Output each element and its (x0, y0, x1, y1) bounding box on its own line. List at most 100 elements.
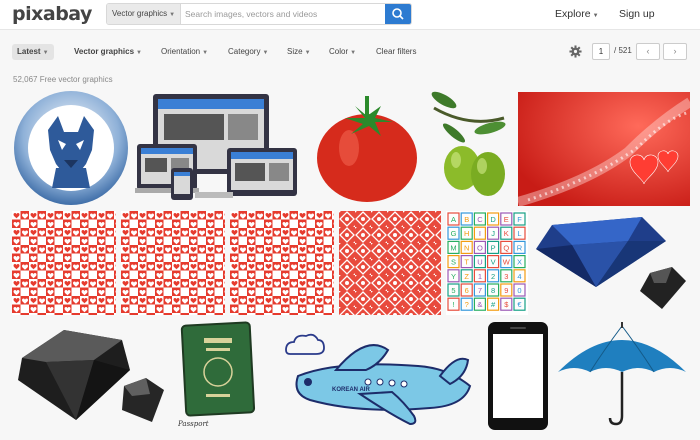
alphabet-block: N (460, 240, 473, 254)
airplane-livery-text: KOREAN AIR (332, 387, 370, 393)
svg-text:P: P (491, 243, 496, 252)
svg-text:X: X (517, 258, 522, 267)
svg-text:R: R (517, 243, 523, 252)
alphabet-block: P (486, 240, 500, 254)
svg-text:E: E (504, 215, 509, 224)
svg-text:Y: Y (451, 272, 456, 281)
alphabet-block: E (500, 212, 513, 226)
alphabet-block: & (473, 297, 486, 311)
alphabet-block: Q (500, 240, 513, 254)
alphabet-block: Z (460, 269, 473, 283)
alphabet-block: C (473, 212, 486, 226)
results-count: 52,067 Free vector graphics (13, 75, 113, 84)
explore-menu[interactable]: Explore ▼ (555, 8, 599, 20)
category-filter-dropdown[interactable]: Category ▼ (228, 44, 268, 60)
alphabet-block: L (513, 226, 526, 240)
alphabet-block: O (473, 240, 486, 254)
chevron-down-icon: ▼ (304, 50, 311, 56)
alphabet-block: Y (447, 269, 460, 283)
devices-graphic (135, 94, 297, 200)
umbrella-graphic (558, 322, 686, 426)
svg-text:0: 0 (517, 286, 521, 295)
svg-text:!: ! (452, 300, 454, 309)
tomato-graphic (317, 96, 417, 202)
heart-pattern-1-image[interactable] (12, 211, 116, 315)
page-number-input[interactable]: 1 (592, 43, 610, 60)
svg-text:D: D (490, 215, 496, 224)
black-diamonds-image[interactable] (12, 320, 174, 434)
next-page-button[interactable]: › (663, 43, 687, 60)
responsive-devices-image[interactable] (135, 88, 310, 206)
alphabet-block: F (513, 212, 526, 226)
size-filter-dropdown[interactable]: Size ▼ (287, 44, 311, 60)
svg-text:3: 3 (504, 272, 508, 281)
alphabet-block: 6 (460, 283, 473, 297)
alphabet-block: T (460, 254, 473, 269)
svg-text:U: U (477, 258, 482, 267)
alphabet-block: X (513, 254, 526, 269)
alphabet-block: U (473, 254, 486, 269)
explore-label: Explore (555, 8, 591, 20)
svg-text:4: 4 (517, 272, 521, 281)
alphabet-block: R (513, 240, 526, 254)
alphabet-block: 1 (473, 269, 486, 283)
svg-text:7: 7 (478, 286, 482, 295)
chevron-down-icon: ▼ (262, 50, 269, 56)
passport-caption: Passport (178, 420, 209, 428)
svg-text:L: L (517, 229, 521, 238)
heart-pattern-2-graphic (121, 211, 225, 315)
search-input[interactable] (185, 4, 385, 24)
chevron-down-icon: ▼ (169, 12, 176, 18)
orientation-filter-dropdown[interactable]: Orientation ▼ (161, 44, 208, 60)
heart-pattern-3-image[interactable] (230, 211, 334, 315)
svg-text:G: G (451, 229, 457, 238)
type-filter-label: Vector graphics (74, 47, 135, 56)
blue-diamond-image[interactable] (532, 211, 690, 315)
search-icon (392, 8, 404, 20)
sign-up-link[interactable]: Sign up (619, 8, 655, 20)
red-hearts-sparkle-image[interactable] (518, 92, 690, 206)
search-type-dropdown[interactable]: Vector graphics ▼ (107, 4, 181, 24)
clear-filters-link[interactable]: Clear filters (376, 44, 416, 60)
alphabet-block: ! (447, 297, 460, 311)
svg-text:T: T (464, 258, 469, 267)
airplane-image[interactable]: KOREAN AIR (280, 320, 482, 434)
svg-text:V: V (491, 258, 496, 267)
alphabet-block: K (500, 226, 513, 240)
svg-text:S: S (451, 258, 456, 267)
svg-text:F: F (517, 215, 522, 224)
heart-pattern-2-image[interactable] (121, 211, 225, 315)
passport-image[interactable]: Passport (178, 320, 258, 434)
olives-graphic (431, 91, 506, 196)
tomato-image[interactable] (315, 88, 420, 206)
sort-latest-dropdown[interactable]: Latest ▼ (12, 44, 54, 60)
type-filter-dropdown[interactable]: Vector graphics ▼ (74, 44, 142, 60)
olives-image[interactable] (424, 88, 514, 206)
geometric-pattern-graphic (339, 211, 441, 315)
alphabet-block: B (460, 212, 473, 226)
red-geometric-pattern-image[interactable] (339, 211, 441, 315)
umbrella-image[interactable] (554, 320, 690, 434)
prev-page-button[interactable]: ‹ (636, 43, 660, 60)
gear-icon[interactable] (569, 45, 582, 58)
search-button[interactable] (385, 4, 411, 24)
svg-text:K: K (504, 229, 509, 238)
smartphone-image[interactable] (486, 320, 550, 434)
chevron-down-icon: ▼ (42, 50, 49, 56)
color-filter-dropdown[interactable]: Color ▼ (329, 44, 356, 60)
svg-text:H: H (464, 229, 469, 238)
alphabet-block: # (486, 297, 500, 311)
alphabet-blocks-image[interactable]: A B C D E F G H I J K L M N O P Q R S T U V W X Y Z 1 2 3 4 5 6 7 8 9 0!? & #… (446, 211, 528, 315)
orientation-filter-label: Orientation (161, 47, 201, 56)
dog-emblem-image[interactable] (12, 88, 130, 206)
alphabet-block: 3 (500, 269, 513, 283)
alphabet-block: 9 (500, 283, 513, 297)
svg-text:I: I (479, 229, 481, 238)
alphabet-block: M (447, 240, 460, 254)
alphabet-block: 2 (486, 269, 500, 283)
sort-latest-label: Latest (17, 47, 41, 56)
svg-text:5: 5 (451, 286, 455, 295)
pixabay-logo[interactable]: pixabay (12, 3, 92, 25)
search-bar: Vector graphics ▼ (106, 3, 412, 25)
chevron-down-icon: ▼ (592, 13, 599, 19)
